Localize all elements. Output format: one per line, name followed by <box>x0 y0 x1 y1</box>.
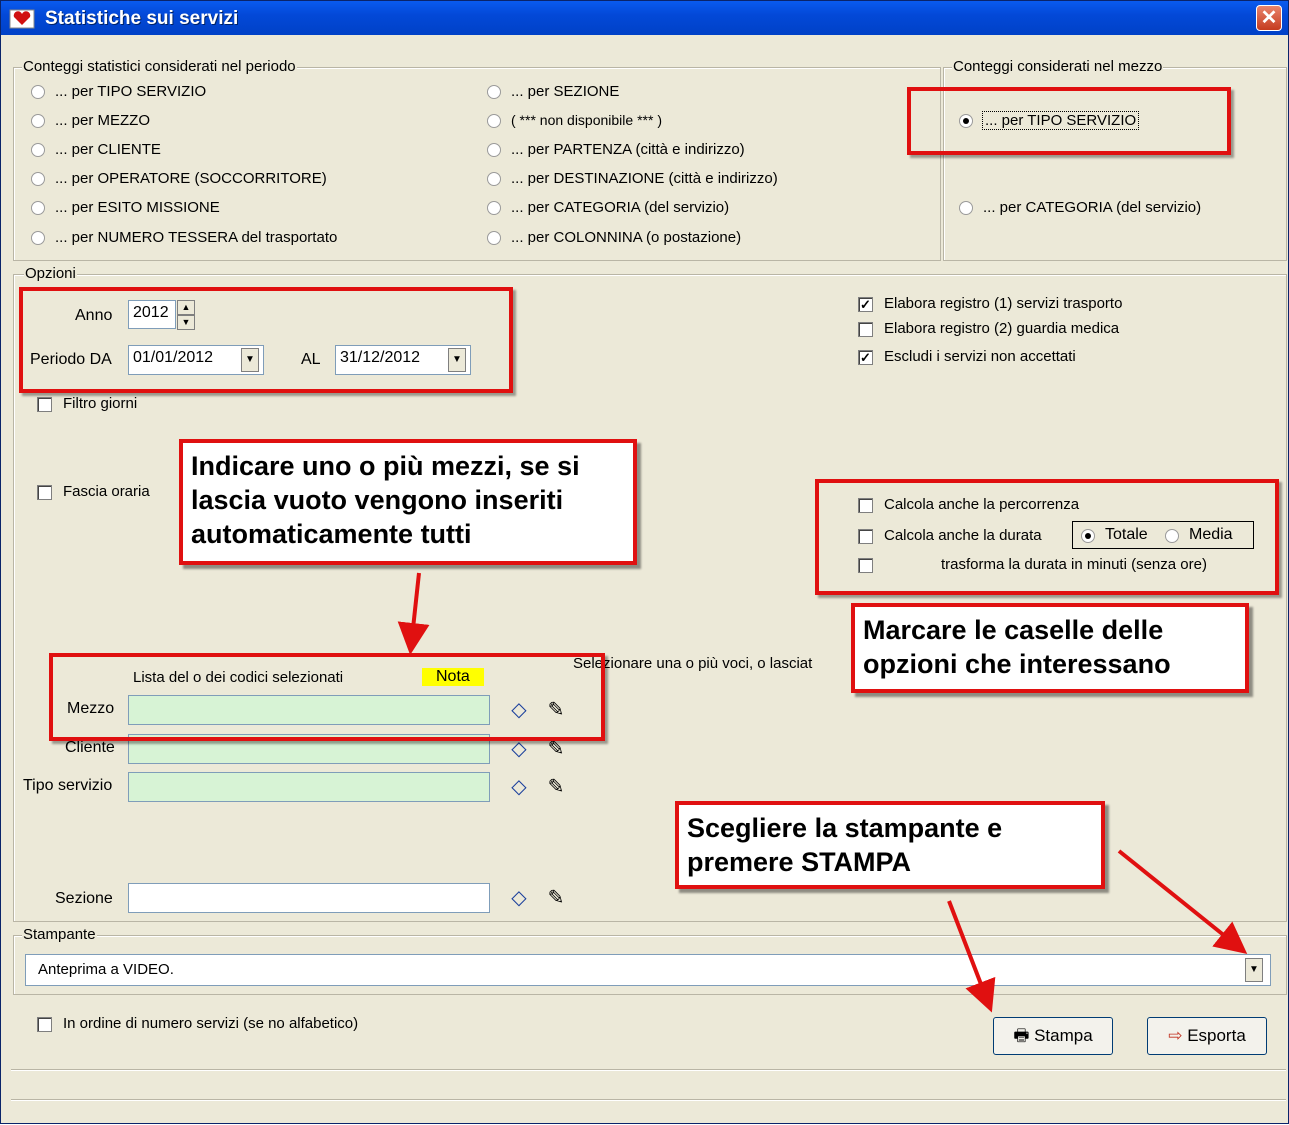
arrow-to-printer-icon <box>1117 849 1248 955</box>
annotation-arrows <box>397 572 1248 1013</box>
arrow-to-stampa-icon <box>947 900 996 1013</box>
statistics-window: Statistiche sui servizi ✕ Conteggi stati… <box>0 0 1289 1124</box>
arrow-to-mezzo-icon <box>397 572 430 655</box>
